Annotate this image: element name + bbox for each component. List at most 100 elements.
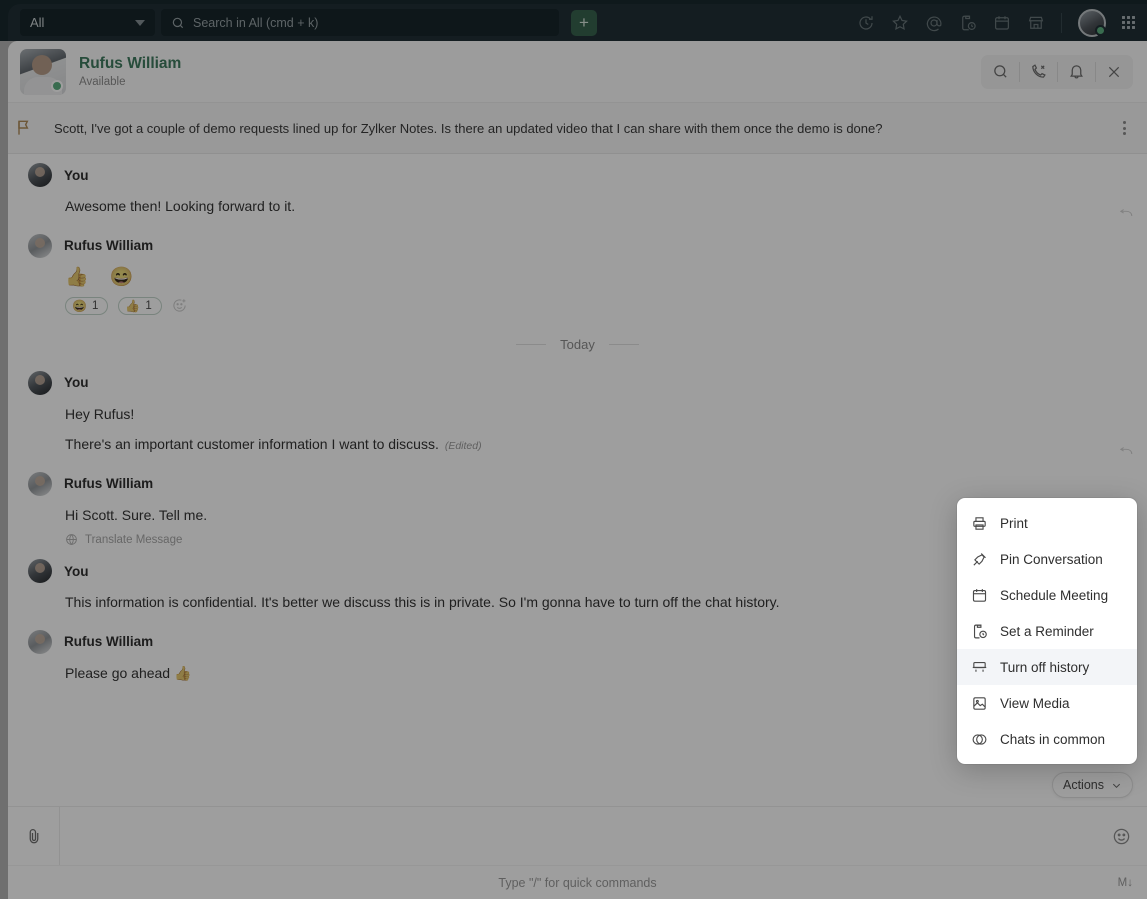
- menu-item-chats-in-common[interactable]: Chats in common: [957, 721, 1137, 757]
- message-header: Rufus William: [28, 231, 1107, 261]
- message-composer: Type "/" for quick commands M↓: [8, 806, 1147, 899]
- pin-icon: [971, 551, 988, 568]
- message-text: This information is confidential. It's b…: [65, 594, 780, 611]
- mentions-icon[interactable]: [925, 14, 943, 32]
- search-scope-select[interactable]: All: [20, 9, 155, 36]
- day-divider-label: Today: [560, 336, 595, 352]
- menu-item-label: View Media: [1000, 695, 1070, 711]
- markdown-toggle[interactable]: M↓: [1118, 877, 1133, 889]
- reaction-row: 😄 1 👍 1: [28, 291, 1107, 317]
- reminder-icon[interactable]: [959, 14, 977, 32]
- message-header: You: [28, 160, 1107, 190]
- message-input[interactable]: [60, 807, 1095, 865]
- notifications-button[interactable]: [1057, 55, 1095, 89]
- top-bar: All +: [0, 0, 1147, 41]
- pinned-message-bar[interactable]: Scott, I've got a couple of demo request…: [8, 103, 1147, 154]
- add-reaction-icon[interactable]: [172, 298, 187, 313]
- you-avatar[interactable]: [28, 163, 52, 187]
- message-sender[interactable]: You: [64, 168, 89, 183]
- online-status-dot: [1095, 24, 1106, 36]
- menu-item-pin-conversation[interactable]: Pin Conversation: [957, 541, 1137, 577]
- marketplace-icon[interactable]: [1027, 14, 1045, 32]
- reminder-clock-icon: [971, 623, 988, 640]
- menu-item-schedule-meeting[interactable]: Schedule Meeting: [957, 577, 1137, 613]
- contact-avatar[interactable]: [20, 48, 66, 95]
- rufus-avatar[interactable]: [28, 233, 52, 258]
- message-header: Rufus William: [28, 469, 1107, 499]
- search-input[interactable]: [193, 15, 549, 30]
- global-search[interactable]: [161, 9, 559, 36]
- emoji-picker-button[interactable]: [1095, 807, 1147, 865]
- pinned-message-text: Scott, I've got a couple of demo request…: [54, 120, 883, 136]
- close-icon: [1108, 66, 1120, 77]
- printer-icon: [971, 515, 988, 532]
- reaction-chip[interactable]: 😄 1: [65, 296, 109, 315]
- reaction-count: 1: [91, 299, 99, 312]
- create-new-button[interactable]: +: [571, 9, 597, 36]
- message-sender[interactable]: Rufus William: [64, 476, 153, 491]
- history-icon[interactable]: [857, 14, 875, 32]
- message-sender[interactable]: You: [64, 375, 89, 390]
- menu-item-label: Chats in common: [1000, 731, 1106, 747]
- emoji-smiley-icon: [1113, 828, 1129, 844]
- bell-icon: [1069, 65, 1083, 79]
- message-sender[interactable]: Rufus William: [64, 634, 153, 649]
- search-in-chat-button[interactable]: [981, 55, 1019, 89]
- actions-label: Actions: [1063, 778, 1104, 792]
- reply-icon[interactable]: [1119, 208, 1133, 219]
- calendar-icon: [971, 587, 988, 604]
- message-text: Please go ahead 👍: [65, 664, 192, 681]
- plus-icon: +: [579, 13, 589, 32]
- day-divider: Today: [8, 337, 1147, 352]
- message-sender[interactable]: Rufus William: [64, 238, 153, 253]
- message-sender[interactable]: You: [64, 564, 89, 579]
- paperclip-icon: [29, 829, 38, 844]
- chat-header: Rufus William Available: [8, 41, 1147, 103]
- markdown-label: M↓: [1117, 876, 1133, 889]
- you-avatar[interactable]: [28, 559, 52, 584]
- edited-label: (Edited): [444, 440, 482, 453]
- reaction-chip[interactable]: 👍 1: [118, 296, 162, 315]
- chats-common-icon: [971, 731, 988, 748]
- star-icon[interactable]: [891, 14, 909, 32]
- close-chat-button[interactable]: [1095, 55, 1133, 89]
- message-text: There's an important customer informatio…: [28, 428, 1107, 459]
- you-avatar[interactable]: [28, 370, 52, 395]
- menu-item-label: Turn off history: [1000, 659, 1090, 675]
- context-menu: Print Pin Conversation Schedule Meeting: [957, 498, 1137, 764]
- call-button[interactable]: [1019, 55, 1057, 89]
- pin-flag-icon: [14, 118, 34, 138]
- translate-message-button[interactable]: Translate Message: [28, 529, 1107, 546]
- menu-item-view-media[interactable]: View Media: [957, 685, 1137, 721]
- search-icon: [171, 16, 185, 30]
- actions-button[interactable]: Actions: [1052, 772, 1133, 798]
- app-root: All +: [0, 0, 1147, 899]
- menu-item-set-a-reminder[interactable]: Set a Reminder: [957, 613, 1137, 649]
- divider-line: [516, 343, 547, 345]
- more-vertical-icon[interactable]: [1115, 121, 1133, 135]
- menu-item-turn-off-history[interactable]: Turn off history: [957, 649, 1137, 685]
- message-text: Awesome then! Looking forward to it.: [65, 198, 296, 214]
- attach-button[interactable]: [8, 807, 60, 865]
- rufus-avatar[interactable]: [28, 629, 52, 654]
- avatar[interactable]: [1078, 8, 1106, 37]
- reply-icon[interactable]: [1119, 446, 1133, 457]
- menu-item-label: Pin Conversation: [1000, 551, 1103, 567]
- chat-window: Rufus William Available Scott, I've got …: [8, 41, 1147, 899]
- message-header: You: [28, 368, 1107, 398]
- translate-label: Translate Message: [85, 533, 183, 546]
- message-item: You Awesome then! Looking forward to it.: [8, 154, 1147, 225]
- phone-icon: [1031, 64, 1046, 78]
- message-header: You: [28, 556, 1107, 586]
- menu-item-label: Schedule Meeting: [1000, 587, 1109, 603]
- menu-item-label: Set a Reminder: [1000, 623, 1094, 639]
- menu-item-print[interactable]: Print: [957, 505, 1137, 541]
- rufus-avatar[interactable]: [28, 471, 52, 496]
- apps-grid-icon[interactable]: [1122, 16, 1135, 29]
- quick-commands-hint: Type "/" for quick commands: [498, 875, 657, 890]
- calendar-icon[interactable]: [993, 14, 1011, 32]
- message-item: Rufus William 👍 😄 😄 1 👍 1: [8, 225, 1147, 321]
- page-title[interactable]: Rufus William: [79, 55, 181, 73]
- divider: [1061, 12, 1062, 33]
- contact-online-dot: [51, 79, 63, 92]
